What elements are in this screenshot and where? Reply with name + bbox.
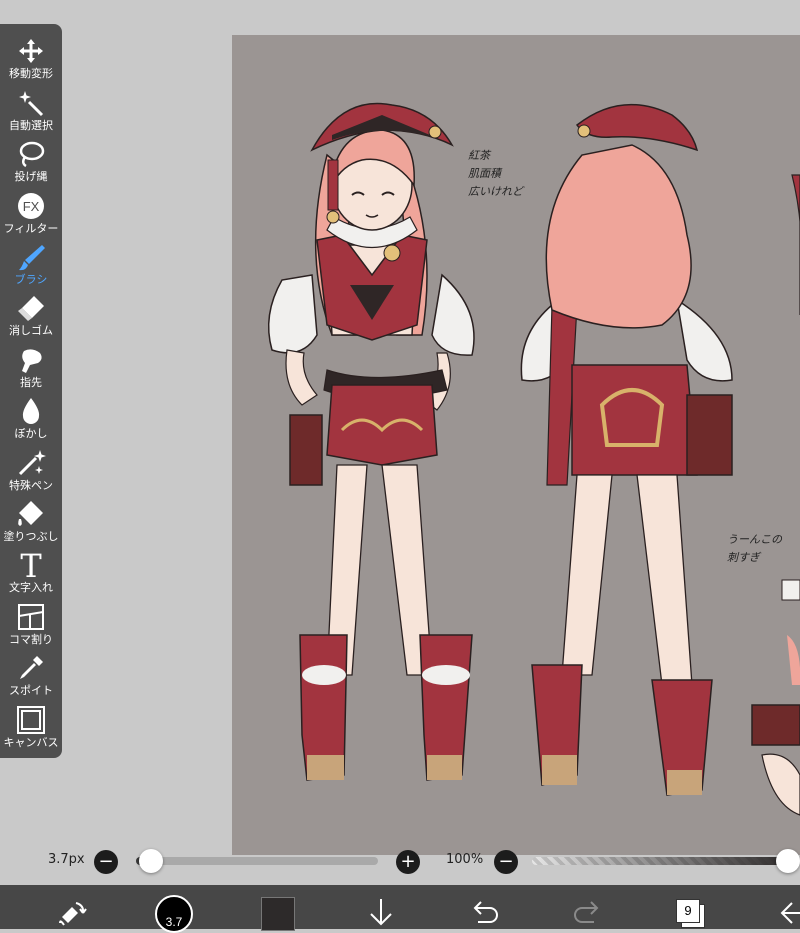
tool-auto-select[interactable]: 自動選択 [0,86,62,137]
tool-text[interactable]: T 文字入れ [0,548,62,599]
svg-text:FX: FX [23,199,40,214]
layers-button[interactable]: 9 [676,899,706,929]
opacity-value: 100% [446,852,484,867]
switch-brush-eraser-icon[interactable] [56,899,88,927]
special-pen-icon [18,450,46,476]
tool-label: 自動選択 [9,119,53,132]
drawing-canvas[interactable]: 紅茶 肌面積 広いけれど うーんこの 刺すぎ [232,35,800,855]
tool-fill[interactable]: 塗りつぶし [0,497,62,548]
tool-label: キャンバス [3,736,59,749]
tool-label: 特殊ペン [9,479,53,492]
tool-label: フィルター [3,222,59,235]
lasso-icon [19,141,45,168]
tool-label: 塗りつぶし [3,530,59,543]
fill-icon [18,501,43,526]
tool-eyedropper[interactable]: スポイト [0,651,62,702]
tool-label: コマ割り [9,633,53,646]
tool-brush[interactable]: ブラシ [0,240,62,291]
tool-label: ブラシ [14,273,48,286]
opacity-knob[interactable] [776,849,800,873]
eraser-icon [18,296,44,321]
brush-size-minus-button[interactable]: − [94,850,118,874]
finger-icon [22,349,42,373]
brush-size-preview-button[interactable]: 3.7 [155,895,193,933]
tool-label: 投げ縄 [14,170,48,183]
tool-blur[interactable]: ぼかし [0,394,62,445]
blur-icon [22,398,40,424]
bottom-toolbar: 3.7 9 [0,885,800,933]
move-icon [19,39,43,63]
back-view-figure [520,103,733,796]
tool-label: ぼかし [14,427,48,440]
brush-size-knob[interactable] [139,849,164,873]
brush-icon [19,245,45,271]
tool-label: スポイト [9,684,53,697]
eyedropper-icon [20,656,43,679]
undo-icon[interactable] [468,900,500,924]
back-arrow-icon[interactable] [778,899,800,927]
tool-palette: 移動変形 自動選択 投げ縄 FX フィルター ブラシ 消しゴム 指先 ぼかし 特… [0,24,62,758]
canvas-icon [17,706,45,734]
color-swatch-button[interactable] [261,897,295,931]
tool-frame-divider[interactable]: コマ割り [0,600,62,651]
tool-label: 消しゴム [9,324,53,337]
tool-special-pen[interactable]: 特殊ペン [0,446,62,497]
tool-label: 指先 [20,376,42,389]
tool-move-transform[interactable]: 移動変形 [0,34,62,85]
brush-size-plus-button[interactable]: + [396,850,420,874]
opacity-slider[interactable] [532,857,790,865]
magic-wand-icon [19,91,44,117]
fx-icon: FX [18,193,44,219]
tool-eraser[interactable]: 消しゴム [0,291,62,342]
tool-label: 移動変形 [9,67,53,80]
text-icon: T [20,550,42,580]
svg-text:T: T [20,550,42,580]
handwritten-note-bottom: うーんこの 刺すぎ [727,533,782,564]
tool-canvas[interactable]: キャンバス [0,703,62,754]
frame-divider-icon [18,604,44,630]
brush-size-preview-label: 3.7 [165,915,183,929]
brush-size-value: 3.7px [48,852,85,867]
brush-size-slider[interactable] [136,857,378,865]
tool-filter[interactable]: FX フィルター [0,189,62,240]
download-arrow-icon[interactable] [368,897,394,927]
tool-finger[interactable]: 指先 [0,343,62,394]
opacity-minus-button[interactable]: − [494,850,518,874]
side-view-figure-cropped [751,174,800,816]
tool-lasso[interactable]: 投げ縄 [0,137,62,188]
front-view-figure [267,102,475,781]
brush-settings-bar: 3.7px − + 100% − [0,845,800,879]
layer-count: 9 [676,899,700,923]
handwritten-note-top: 紅茶 肌面積 広いけれど [468,149,523,198]
redo-icon[interactable] [572,900,604,924]
tool-label: 文字入れ [9,581,53,594]
